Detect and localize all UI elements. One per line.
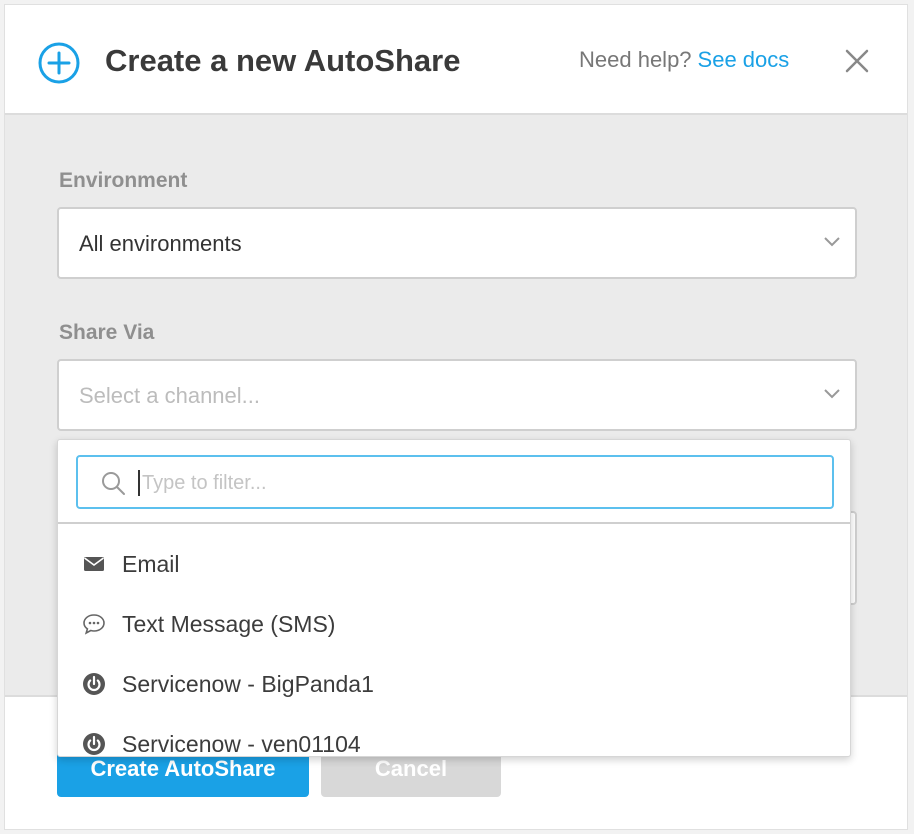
environment-label: Environment	[59, 169, 188, 192]
option-servicenow-ven01104[interactable]: Servicenow - ven01104	[58, 714, 850, 757]
option-label: Email	[122, 551, 180, 577]
text-caret	[138, 470, 140, 496]
help-text: Need help?	[579, 47, 692, 72]
dialog-title: Create a new AutoShare	[105, 43, 461, 78]
option-label: Servicenow - ven01104	[122, 731, 361, 757]
envelope-icon	[84, 557, 104, 571]
close-icon[interactable]	[843, 47, 871, 75]
chevron-down-icon	[824, 237, 840, 247]
chat-bubble-icon	[83, 614, 105, 635]
power-icon	[83, 673, 105, 695]
environment-value: All environments	[79, 231, 242, 256]
share-via-label: Share Via	[59, 321, 155, 344]
share-via-select[interactable]: Select a channel...	[57, 359, 857, 431]
help-area: Need help? See docs	[579, 47, 789, 73]
dialog-header: Create a new AutoShare Need help? See doc…	[5, 5, 907, 115]
filter-area: Type to filter...	[58, 440, 850, 524]
share-via-placeholder: Select a channel...	[79, 383, 261, 408]
create-autoshare-dialog: Create a new AutoShare Need help? See doc…	[4, 4, 908, 830]
filter-input[interactable]: Type to filter...	[76, 455, 834, 509]
option-email[interactable]: Email	[58, 534, 850, 594]
environment-select[interactable]: All environments	[57, 207, 857, 279]
filter-placeholder: Type to filter...	[142, 472, 267, 494]
channel-dropdown: Type to filter... Email Text Message (SM…	[57, 439, 851, 757]
see-docs-link[interactable]: See docs	[698, 47, 790, 72]
option-sms[interactable]: Text Message (SMS)	[58, 594, 850, 654]
plus-circle-icon	[38, 42, 80, 84]
option-label: Servicenow - BigPanda1	[122, 671, 374, 697]
option-servicenow-bigpanda1[interactable]: Servicenow - BigPanda1	[58, 654, 850, 714]
option-label: Text Message (SMS)	[122, 611, 336, 637]
power-icon	[83, 733, 105, 755]
search-icon	[102, 472, 125, 495]
chevron-down-icon	[824, 389, 840, 399]
